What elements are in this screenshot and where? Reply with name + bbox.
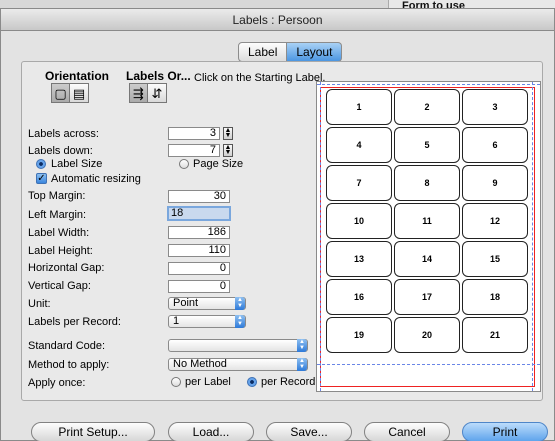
label-cell[interactable]: 21 (462, 317, 528, 353)
labels-dialog: Labels : Persoon Label Layout Orientatio… (0, 8, 555, 441)
print-setup-button[interactable]: Print Setup... (31, 422, 155, 441)
label-cell[interactable]: 17 (394, 279, 460, 315)
top-margin-label: Top Margin: (28, 190, 86, 202)
label-cell[interactable]: 6 (462, 127, 528, 163)
chevron-updown-icon: ▲ ▼ (297, 358, 307, 371)
chevron-updown-icon: ▲ ▼ (297, 339, 307, 352)
order-down-icon[interactable]: ⇵ (148, 84, 166, 102)
label-height-field[interactable]: 110 (168, 244, 230, 257)
labels-across-stepper[interactable]: ▲ ▼ (223, 127, 233, 140)
label-cell[interactable]: 2 (394, 89, 460, 125)
label-cell[interactable]: 1 (326, 89, 392, 125)
cancel-button[interactable]: Cancel (364, 422, 450, 441)
save-button[interactable]: Save... (266, 422, 352, 441)
label-cell[interactable]: 11 (394, 203, 460, 239)
method-label: Method to apply: (28, 359, 110, 371)
label-preview[interactable]: 1 2 3 4 5 6 7 8 9 10 11 12 13 14 15 16 17 18 19 20 21 (316, 81, 541, 392)
unit-label: Unit: (28, 298, 51, 310)
unit-select-value: Point (173, 297, 199, 309)
guide-line (317, 364, 540, 365)
label-size-radio[interactable] (36, 159, 46, 169)
labels-order-header: Labels Or... (126, 69, 191, 83)
label-width-label: Label Width: (28, 227, 90, 239)
standard-code-label: Standard Code: (28, 340, 106, 352)
vertical-gap-label: Vertical Gap: (28, 280, 91, 292)
load-button[interactable]: Load... (168, 422, 254, 441)
labels-down-field[interactable]: 7 (168, 144, 220, 157)
chevron-updown-icon: ▲ ▼ (235, 315, 245, 328)
labels-per-record-value: 1 (173, 315, 180, 327)
print-button[interactable]: Print (462, 422, 548, 441)
orientation-toggle: ▢ ▤ (51, 83, 89, 103)
label-cell[interactable]: 4 (326, 127, 392, 163)
per-label-label: per Label (185, 376, 231, 388)
label-cell[interactable]: 5 (394, 127, 460, 163)
landscape-icon[interactable]: ▤ (70, 84, 88, 102)
standard-code-select[interactable]: ▲ ▼ (168, 339, 308, 352)
label-size-label: Label Size (51, 158, 103, 170)
labels-down-label: Labels down: (28, 145, 93, 157)
label-cell[interactable]: 20 (394, 317, 460, 353)
apply-once-label: Apply once: (28, 377, 86, 389)
orientation-header: Orientation (45, 69, 110, 83)
starting-label-hint: Click on the Starting Label. (194, 72, 326, 84)
label-cell[interactable]: 7 (326, 165, 392, 201)
page-size-radio[interactable] (179, 159, 189, 169)
label-cell[interactable]: 19 (326, 317, 392, 353)
labels-per-record-label: Labels per Record: (28, 316, 121, 328)
label-cell[interactable]: 15 (462, 241, 528, 277)
label-cell[interactable]: 16 (326, 279, 392, 315)
auto-resize-checkbox[interactable]: ✓ (36, 173, 47, 184)
labels-across-label: Labels across: (28, 128, 99, 140)
chevron-updown-icon: ▲ ▼ (235, 297, 245, 310)
per-record-label: per Record (261, 376, 316, 388)
labels-per-record-select[interactable]: 1 ▲ ▼ (168, 315, 246, 328)
label-cell[interactable]: 3 (462, 89, 528, 125)
left-margin-field[interactable]: 18 (167, 206, 231, 221)
label-cell[interactable]: 10 (326, 203, 392, 239)
method-value: No Method (173, 358, 227, 370)
tab-layout[interactable]: Layout (287, 42, 343, 62)
portrait-icon[interactable]: ▢ (52, 84, 70, 102)
order-across-icon[interactable]: ⇶ (130, 84, 148, 102)
top-margin-field[interactable]: 30 (168, 190, 230, 203)
tab-bar: Label Layout (238, 42, 343, 62)
labels-across-field[interactable]: 3 (168, 127, 220, 140)
tab-label[interactable]: Label (238, 42, 288, 62)
page-size-label: Page Size (193, 158, 244, 170)
window-title: Labels : Persoon (1, 9, 554, 31)
guide-line (317, 84, 540, 85)
horizontal-gap-label: Horizontal Gap: (28, 262, 105, 274)
order-toggle: ⇶ ⇵ (129, 83, 167, 103)
vertical-gap-field[interactable]: 0 (168, 280, 230, 293)
unit-select[interactable]: Point ▲ ▼ (168, 297, 246, 310)
label-cell[interactable]: 8 (394, 165, 460, 201)
labels-down-stepper[interactable]: ▲ ▼ (223, 144, 233, 157)
label-cell[interactable]: 14 (394, 241, 460, 277)
horizontal-gap-field[interactable]: 0 (168, 262, 230, 275)
label-cell[interactable]: 9 (462, 165, 528, 201)
auto-resize-label: Automatic resizing (51, 173, 141, 185)
label-width-field[interactable]: 186 (168, 226, 230, 239)
label-cell[interactable]: 18 (462, 279, 528, 315)
label-cell[interactable]: 12 (462, 203, 528, 239)
guide-line (320, 82, 321, 391)
left-margin-label: Left Margin: (28, 209, 87, 221)
per-record-radio[interactable] (247, 377, 257, 387)
label-cell[interactable]: 13 (326, 241, 392, 277)
per-label-radio[interactable] (171, 377, 181, 387)
method-select[interactable]: No Method ▲ ▼ (168, 358, 308, 371)
label-height-label: Label Height: (28, 245, 93, 257)
guide-line (532, 82, 533, 391)
